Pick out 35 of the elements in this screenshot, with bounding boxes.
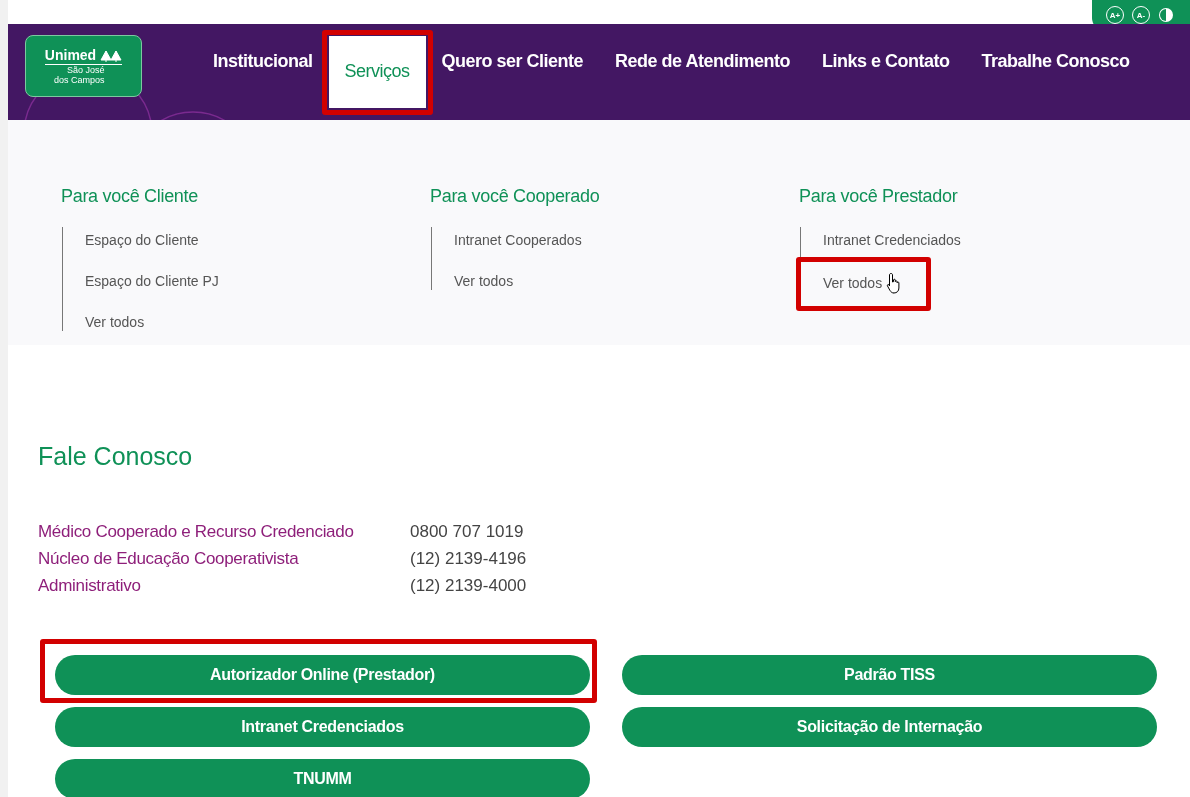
contrast-icon[interactable]: [1158, 7, 1174, 23]
phone-number: (12) 2139-4196: [410, 548, 528, 570]
service-button[interactable]: TNUMM: [55, 759, 590, 797]
service-button[interactable]: Padrão TISS: [622, 655, 1157, 695]
contact-label: Administrativo: [38, 575, 142, 597]
menu-link[interactable]: Ver todos: [63, 314, 145, 330]
contact-label: Médico Cooperado e Recurso Credenciado: [38, 521, 355, 543]
nav-tab[interactable]: Quero ser Cliente: [425, 36, 600, 86]
menu-link[interactable]: Ver todos: [801, 275, 883, 291]
menu-heading: Para você Cooperado: [430, 186, 601, 207]
phone-number: 0800 707 1019: [410, 521, 525, 543]
menu-link[interactable]: Espaço do Cliente PJ: [63, 273, 219, 289]
service-button[interactable]: Solicitação de Internação: [622, 707, 1157, 747]
nav-tab[interactable]: Trabalhe Conosco: [965, 36, 1146, 86]
nav-tab[interactable]: Institucional: [197, 36, 329, 86]
hand-cursor-icon: [886, 272, 903, 294]
nav-tab[interactable]: Serviços: [328, 35, 426, 108]
logo-text: Unimed: [44, 47, 97, 63]
service-button[interactable]: Intranet Credenciados: [55, 707, 590, 747]
logo-subtitle: São José: [65, 65, 105, 75]
logo-subtitle: dos Campos: [52, 75, 105, 85]
menu-heading: Para você Prestador: [799, 186, 959, 207]
tree-icon: [100, 48, 123, 62]
nav-tab[interactable]: Links e Contato: [805, 36, 966, 86]
nav-tab[interactable]: Rede de Atendimento: [599, 36, 806, 86]
service-button[interactable]: Autorizador Online (Prestador): [55, 655, 590, 695]
menu-link[interactable]: Ver todos: [432, 273, 514, 289]
unimed-logo[interactable]: Unimed São José dos Campos: [25, 35, 142, 97]
menu-link[interactable]: Espaço do Cliente: [63, 232, 199, 248]
phone-number: (12) 2139-4000: [410, 575, 528, 597]
contact-label: Núcleo de Educação Cooperativista: [38, 548, 300, 570]
menu-heading: Para você Cliente: [61, 186, 199, 207]
menu-link[interactable]: Intranet Cooperados: [432, 232, 582, 248]
section-heading: Fale Conosco: [38, 442, 194, 471]
menu-link[interactable]: Intranet Credenciados: [801, 232, 961, 248]
